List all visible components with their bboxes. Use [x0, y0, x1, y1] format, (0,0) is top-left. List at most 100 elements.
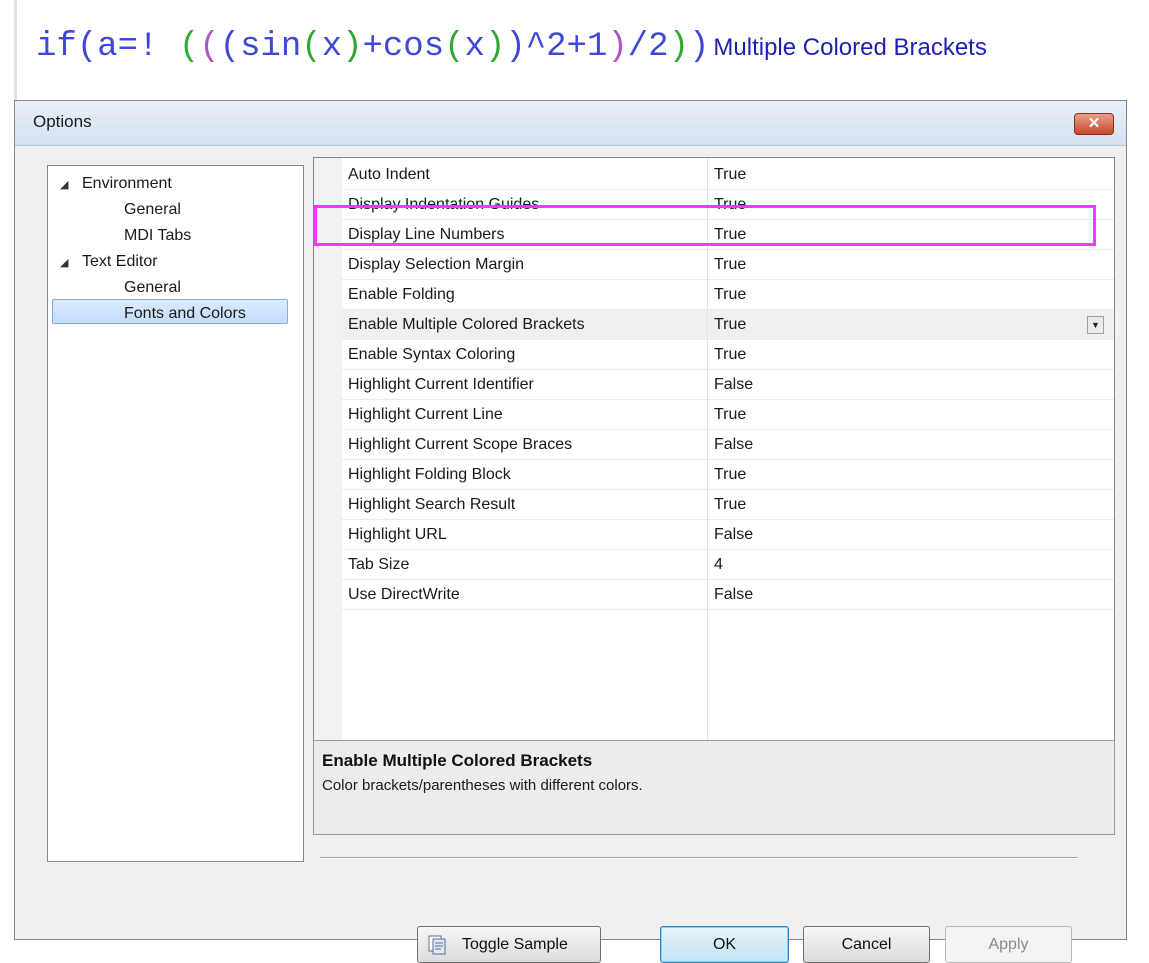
left-guide-line — [14, 0, 17, 100]
ok-button[interactable]: OK — [660, 926, 789, 963]
code-token: sin — [240, 28, 302, 66]
code-sample: if(a=! (((sin(x)+cos(x))^2+1)/2)) — [36, 28, 709, 66]
close-icon: ✕ — [1087, 115, 1101, 132]
property-row[interactable]: Enable Syntax Coloring True — [342, 340, 1114, 370]
title-bar: Options ✕ — [15, 101, 1126, 146]
options-tree: ◢ Environment General MDI Tabs ◢ Text Editor G… — [47, 165, 304, 862]
property-row[interactable]: Display Indentation Guides True — [342, 190, 1114, 220]
property-name: Use DirectWrite — [348, 586, 460, 603]
property-value[interactable]: False — [714, 430, 753, 460]
property-value[interactable]: True — [714, 220, 746, 250]
tree-expander-icon[interactable]: ◢ — [60, 173, 74, 197]
toggle-sample-label: Toggle Sample — [462, 936, 568, 953]
property-row[interactable]: Enable Folding True — [342, 280, 1114, 310]
property-value[interactable]: True — [714, 400, 746, 430]
code-token: ^2+1 — [525, 28, 608, 66]
cancel-button[interactable]: Cancel — [803, 926, 930, 963]
code-token: ) — [689, 28, 710, 66]
description-text: Color brackets/parentheses with differen… — [322, 777, 643, 794]
property-row[interactable]: Highlight Folding Block True — [342, 460, 1114, 490]
property-name: Display Selection Margin — [348, 256, 525, 273]
property-value[interactable]: True — [714, 310, 746, 340]
tree-item-label: Environment — [82, 175, 172, 192]
property-name: Tab Size — [348, 556, 410, 573]
property-row[interactable]: Highlight Current Line True — [342, 400, 1114, 430]
property-name: Highlight URL — [348, 526, 447, 543]
tree-item[interactable]: MDI Tabs — [124, 224, 191, 248]
tree-item[interactable]: General — [124, 198, 181, 222]
row-separator — [342, 609, 1114, 610]
tree-item-label: Text Editor — [82, 253, 158, 270]
property-name: Display Line Numbers — [348, 226, 505, 243]
property-grid-gutter — [314, 158, 342, 743]
tree-item[interactable]: ◢ Environment — [60, 172, 172, 196]
property-value[interactable]: True — [714, 160, 746, 190]
property-row[interactable]: Tab Size 4 — [342, 550, 1114, 580]
description-title: Enable Multiple Colored Brackets — [322, 751, 593, 770]
property-value[interactable]: True — [714, 280, 746, 310]
property-row[interactable]: Display Line Numbers True — [342, 220, 1114, 250]
code-token: ) — [484, 28, 506, 66]
code-token: ( — [76, 28, 98, 66]
property-name: Enable Multiple Colored Brackets — [348, 316, 585, 333]
code-token: +cos — [362, 28, 445, 66]
apply-button[interactable]: Apply — [945, 926, 1072, 963]
tree-item[interactable]: Fonts and Colors — [124, 302, 246, 326]
property-name: Highlight Search Result — [348, 496, 516, 513]
property-value[interactable]: False — [714, 370, 753, 400]
code-token: ) — [668, 28, 689, 66]
property-value[interactable]: True — [714, 460, 746, 490]
code-token: ) — [607, 28, 628, 66]
toggle-sample-button[interactable]: Toggle Sample — [417, 926, 601, 963]
dialog-client-area: ◢ Environment General MDI Tabs ◢ Text Editor G… — [15, 146, 1126, 963]
code-token: x — [464, 28, 485, 66]
property-value[interactable]: True — [714, 190, 746, 220]
property-name: Display Indentation Guides — [348, 196, 540, 213]
code-token: ( — [444, 28, 465, 66]
code-token: if — [36, 28, 77, 66]
property-row[interactable]: Display Selection Margin True — [342, 250, 1114, 280]
code-token: ( — [301, 28, 322, 66]
description-panel: Enable Multiple Colored Brackets Color b… — [313, 740, 1115, 835]
property-name: Enable Folding — [348, 286, 455, 303]
code-token: ( — [219, 28, 241, 66]
code-token: ( — [158, 28, 200, 66]
property-value[interactable]: True — [714, 250, 746, 280]
close-button[interactable]: ✕ — [1074, 113, 1114, 135]
code-token: a=! — [97, 28, 159, 66]
banner-label: Multiple Colored Brackets — [713, 34, 987, 61]
property-name: Auto Indent — [348, 166, 430, 183]
property-name: Enable Syntax Coloring — [348, 346, 516, 363]
property-value[interactable]: False — [714, 520, 753, 550]
tree-item[interactable]: ◢ Text Editor — [60, 250, 158, 274]
code-token: x — [321, 28, 343, 66]
dialog-title: Options — [33, 112, 92, 131]
property-row[interactable]: Enable Multiple Colored Brackets True ▼ — [342, 310, 1114, 340]
property-row[interactable]: Auto Indent True — [342, 160, 1114, 190]
options-dialog: Options ✕ ◢ Environment General MDI Tabs ◢ Te… — [14, 100, 1127, 963]
property-grid-divider[interactable] — [707, 158, 708, 743]
property-value[interactable]: True — [714, 340, 746, 370]
code-token: ) — [342, 28, 363, 66]
code-token: ) — [505, 28, 526, 66]
tree-expander-icon[interactable]: ◢ — [60, 251, 74, 275]
property-value[interactable]: False — [714, 580, 753, 610]
property-name: Highlight Current Scope Braces — [348, 436, 573, 453]
property-name: Highlight Folding Block — [348, 466, 511, 483]
property-grid: Auto Indent True Display Indentation Guide… — [313, 157, 1115, 744]
property-name: Highlight Current Identifier — [348, 376, 534, 393]
code-token: ( — [199, 28, 220, 66]
property-name: Highlight Current Line — [348, 406, 503, 423]
property-row[interactable]: Use DirectWrite False — [342, 580, 1114, 610]
property-row[interactable]: Highlight Current Identifier False — [342, 370, 1114, 400]
dropdown-arrow-icon[interactable]: ▼ — [1087, 316, 1104, 334]
code-token: /2 — [627, 28, 669, 66]
property-row[interactable]: Highlight URL False — [342, 520, 1114, 550]
property-value[interactable]: True — [714, 490, 746, 520]
tree-item[interactable]: General — [124, 276, 181, 300]
property-value[interactable]: 4 — [714, 550, 723, 580]
property-row[interactable]: Highlight Search Result True — [342, 490, 1114, 520]
separator — [320, 857, 1078, 859]
toggle-sample-icon — [428, 935, 446, 955]
property-row[interactable]: Highlight Current Scope Braces False — [342, 430, 1114, 460]
